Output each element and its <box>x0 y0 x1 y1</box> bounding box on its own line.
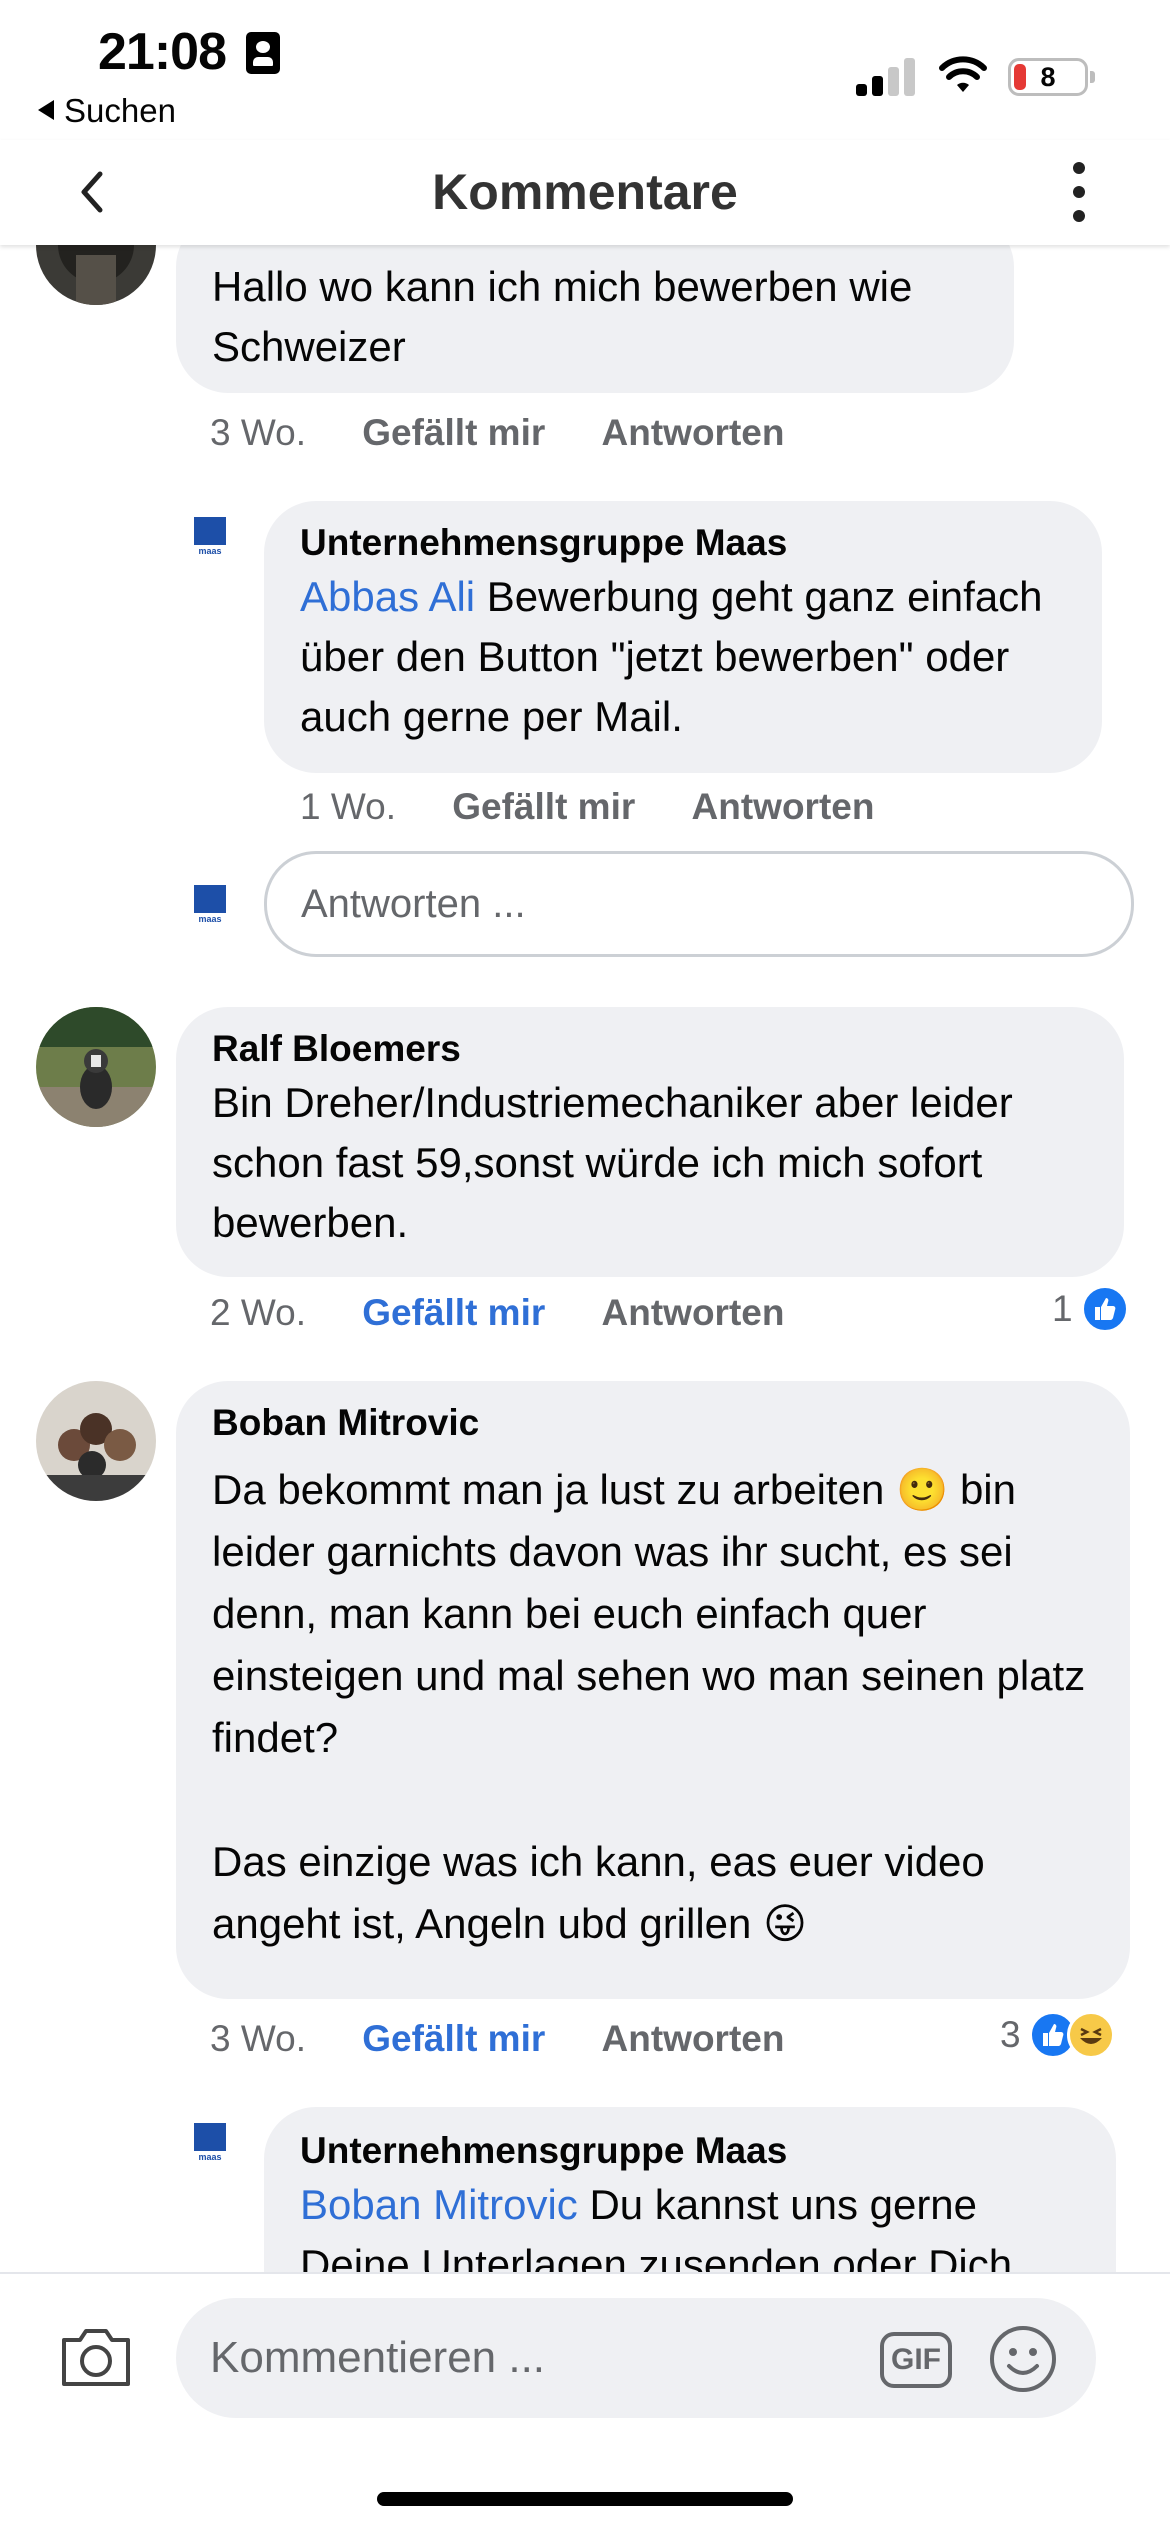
reply-button[interactable]: Antworten <box>602 412 785 453</box>
comment-text: Hallo wo kann ich mich bewerben wie Schw… <box>212 263 925 370</box>
camera-icon[interactable] <box>58 2322 134 2392</box>
reply-input-placeholder: Antworten ... <box>301 881 526 926</box>
home-indicator[interactable] <box>377 2492 793 2506</box>
back-triangle-icon <box>38 100 54 120</box>
comments-feed[interactable]: Hallo wo kann ich mich bewerben wie Schw… <box>0 245 1170 2272</box>
comment-time: 3 Wo. <box>210 2018 306 2059</box>
mention-link[interactable]: Boban Mitrovic <box>300 2181 578 2228</box>
reply-input[interactable]: Antworten ... <box>264 851 1134 957</box>
reply-button[interactable]: Antworten <box>602 1292 785 1333</box>
maas-logo-icon[interactable]: maas <box>194 517 226 557</box>
page-title: Kommentare <box>432 164 738 220</box>
cellular-signal-icon <box>856 58 918 96</box>
comment-text: Bin Dreher/Industriemechaniker aber leid… <box>212 1079 1025 1246</box>
reply-author[interactable]: Unternehmensgruppe Maas <box>300 2127 1080 2175</box>
reply-button[interactable]: Antworten <box>602 2018 785 2059</box>
comment-author[interactable]: Boban Mitrovic <box>212 1399 1094 1447</box>
reply-time: 1 Wo. <box>300 786 396 827</box>
reaction-count: 1 <box>1052 1288 1073 1329</box>
like-button[interactable]: Gefällt mir <box>362 2018 545 2059</box>
avatar[interactable] <box>36 1381 156 1501</box>
comment-actions: 3 Wo. Gefällt mir Antworten <box>210 2015 784 2063</box>
comment-author[interactable]: Ralf Bloemers <box>212 1025 1088 1073</box>
comment-bubble[interactable]: Boban Mitrovic Da bekommt man ja lust zu… <box>176 1381 1130 1999</box>
back-app-label: Suchen <box>64 92 176 129</box>
maas-logo-icon: maas <box>194 885 226 925</box>
gif-button[interactable]: GIF <box>880 2332 952 2388</box>
comment-text: Da bekommt man ja lust zu arbeiten 🙂 bin… <box>212 1466 1086 1947</box>
battery-icon: 8 <box>1008 58 1095 96</box>
reaction-summary[interactable]: 1 <box>1052 1285 1129 1333</box>
maas-logo-icon[interactable]: maas <box>194 2123 226 2163</box>
header-bar: Kommentare <box>0 140 1170 245</box>
mention-link[interactable]: Abbas Ali <box>300 573 475 620</box>
comment-actions: 2 Wo. Gefällt mir Antworten <box>210 1289 784 1337</box>
emoji-icon[interactable] <box>988 2324 1058 2394</box>
comment-bubble[interactable]: Ralf Bloemers Bin Dreher/Industriemechan… <box>176 1007 1124 1277</box>
comment-input[interactable]: Kommentieren ... GIF <box>176 2298 1096 2418</box>
avatar[interactable] <box>36 1007 156 1127</box>
thumbs-up-icon <box>1080 1285 1129 1333</box>
comment-time: 3 Wo. <box>210 412 306 453</box>
like-button[interactable]: Gefällt mir <box>362 412 545 453</box>
reaction-count: 3 <box>1000 2014 1021 2055</box>
back-to-app-link[interactable]: Suchen <box>38 92 176 130</box>
comment-time: 2 Wo. <box>210 1292 306 1333</box>
comment-composer: Kommentieren ... GIF <box>0 2272 1170 2532</box>
reaction-summary[interactable]: 3 <box>1000 2011 1115 2059</box>
status-time: 21:08 <box>98 23 227 81</box>
wifi-icon <box>939 56 987 92</box>
like-button[interactable]: Gefällt mir <box>362 1292 545 1333</box>
reply-bubble[interactable]: Unternehmensgruppe Maas Abbas Ali Bewerb… <box>264 501 1102 773</box>
like-button[interactable]: Gefällt mir <box>452 786 635 827</box>
reply-author[interactable]: Unternehmensgruppe Maas <box>300 519 1066 567</box>
reply-actions: 1 Wo. Gefällt mir Antworten <box>300 783 874 831</box>
more-options-icon[interactable] <box>1066 160 1092 224</box>
contact-card-icon <box>246 32 280 74</box>
back-chevron-icon[interactable] <box>70 164 120 220</box>
reply-button[interactable]: Antworten <box>692 786 875 827</box>
laughing-face-icon <box>1066 2011 1115 2059</box>
battery-level: 8 <box>1040 62 1056 92</box>
comment-bubble[interactable]: Hallo wo kann ich mich bewerben wie Schw… <box>176 245 1014 393</box>
comment-actions: 3 Wo. Gefällt mir Antworten <box>210 409 784 457</box>
status-bar: 21:08 Suchen 8 <box>0 0 1170 140</box>
avatar[interactable] <box>36 245 156 305</box>
reply-bubble[interactable]: Unternehmensgruppe Maas Boban Mitrovic D… <box>264 2107 1116 2272</box>
comment-input-placeholder: Kommentieren ... <box>210 2333 546 2382</box>
